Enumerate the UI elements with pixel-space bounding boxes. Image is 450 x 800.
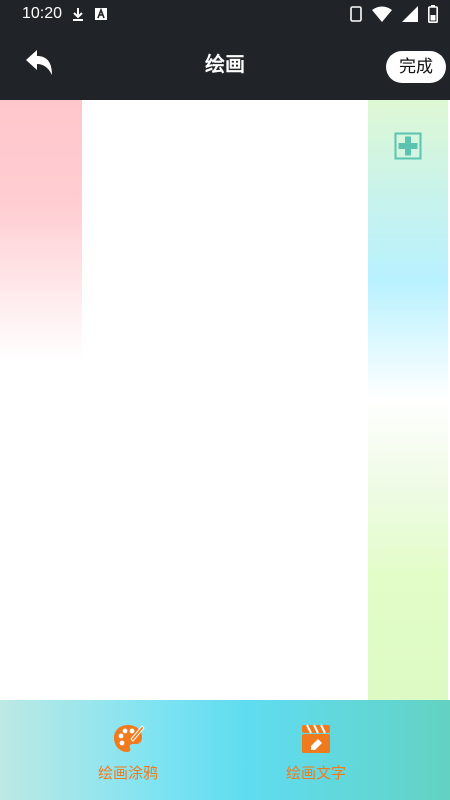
download-icon	[70, 6, 86, 22]
tab-text[interactable]: 绘画文字	[256, 722, 376, 784]
back-button[interactable]	[22, 46, 56, 80]
clapperboard-text-icon	[302, 724, 330, 753]
sim-card-icon	[350, 6, 362, 22]
plus-square-icon	[394, 132, 422, 160]
status-right	[350, 5, 438, 23]
tab-text-label: 绘画文字	[285, 764, 346, 782]
right-color-strip[interactable]	[368, 100, 448, 700]
status-left: 10:20	[22, 5, 108, 23]
page-title: 绘画	[205, 52, 245, 76]
battery-icon	[428, 5, 438, 23]
tab-doodle-label: 绘画涂鸦	[97, 764, 158, 782]
add-color-button[interactable]	[394, 132, 422, 160]
app-bar: 绘画 完成	[0, 28, 450, 100]
wifi-icon	[372, 6, 392, 22]
back-arrow-icon	[26, 50, 52, 75]
tab-doodle[interactable]: 绘画涂鸦	[68, 722, 188, 784]
done-button[interactable]: 完成	[386, 51, 446, 83]
bottom-nav: 绘画涂鸦 绘画文字	[0, 700, 450, 800]
signal-icon	[402, 6, 418, 22]
status-bar: 10:20	[0, 0, 450, 28]
status-time: 10:20	[22, 5, 63, 22]
left-color-strip[interactable]	[0, 100, 82, 360]
a-notification-icon	[94, 7, 108, 21]
palette-icon	[114, 725, 145, 752]
